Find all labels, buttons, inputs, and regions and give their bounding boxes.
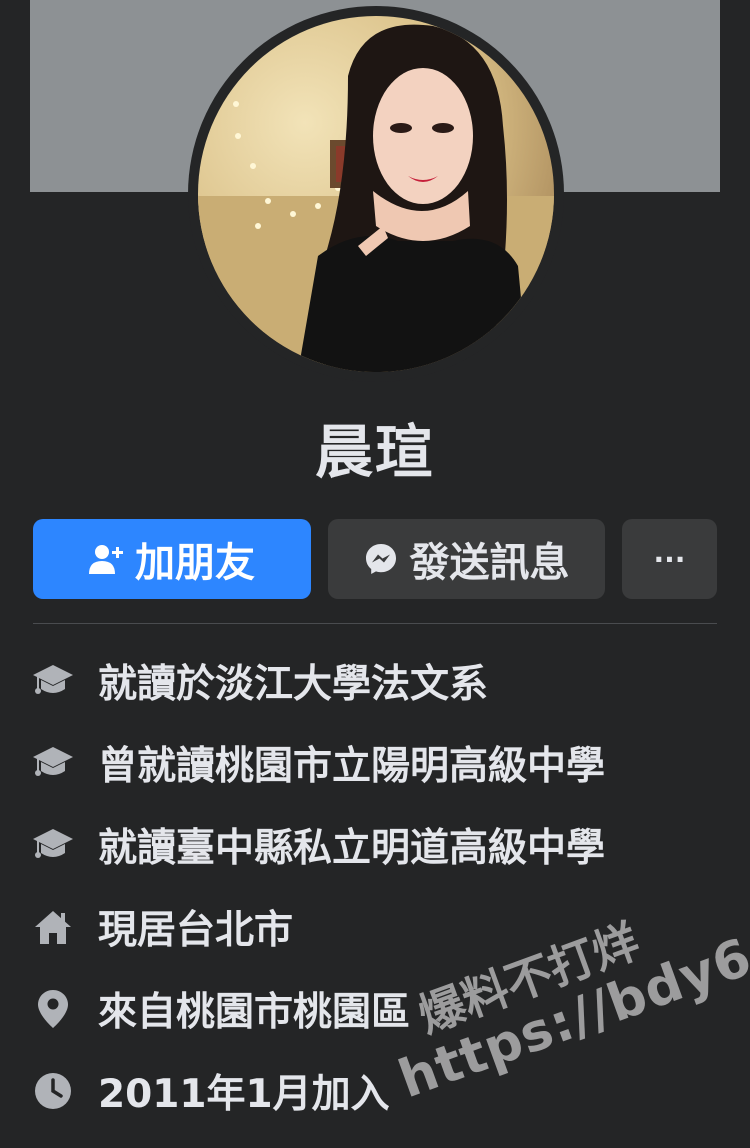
- intro-item-text: 曾就讀桃園市立陽明高級中學: [98, 744, 606, 789]
- more-options-label: ···: [653, 542, 686, 576]
- intro-item-hometown: 來自桃園市桃園區: [30, 968, 730, 1050]
- send-message-button[interactable]: 發送訊息: [328, 519, 605, 599]
- intro-item-text: 就讀於淡江大學法文系: [98, 662, 489, 707]
- profile-avatar[interactable]: [198, 16, 554, 372]
- intro-item-education-3: 就讀臺中縣私立明道高級中學: [30, 804, 730, 886]
- profile-name: 晨瑄: [314, 418, 435, 486]
- graduation-cap-icon: [30, 658, 76, 704]
- intro-item-education-2: 曾就讀桃園市立陽明高級中學: [30, 722, 730, 804]
- intro-item-education-1: 就讀於淡江大學法文系: [30, 640, 730, 722]
- divider: [33, 623, 717, 624]
- add-friend-button[interactable]: 加朋友: [33, 519, 311, 599]
- send-message-label: 發送訊息: [409, 540, 570, 586]
- intro-item-current-city: 現居台北市: [30, 886, 730, 968]
- graduation-cap-icon: [30, 740, 76, 786]
- messenger-icon: [364, 542, 398, 576]
- add-friend-icon: [89, 544, 123, 574]
- intro-item-text: 2011年1月加入: [98, 1072, 390, 1117]
- intro-item-text: 現居台北市: [98, 908, 294, 953]
- clock-icon: [30, 1068, 76, 1114]
- location-pin-icon: [30, 986, 76, 1032]
- intro-item-text: 就讀臺中縣私立明道高級中學: [98, 826, 606, 871]
- intro-item-joined: 2011年1月加入: [30, 1050, 730, 1132]
- profile-intro-list: 就讀於淡江大學法文系 曾就讀桃園市立陽明高級中學 就讀臺中縣私立明道高級中學 現…: [30, 640, 730, 1132]
- more-options-button[interactable]: ···: [622, 519, 717, 599]
- add-friend-label: 加朋友: [135, 540, 255, 586]
- home-icon: [30, 904, 76, 950]
- graduation-cap-icon: [30, 822, 76, 868]
- intro-item-text: 來自桃園市桃園區: [98, 990, 411, 1035]
